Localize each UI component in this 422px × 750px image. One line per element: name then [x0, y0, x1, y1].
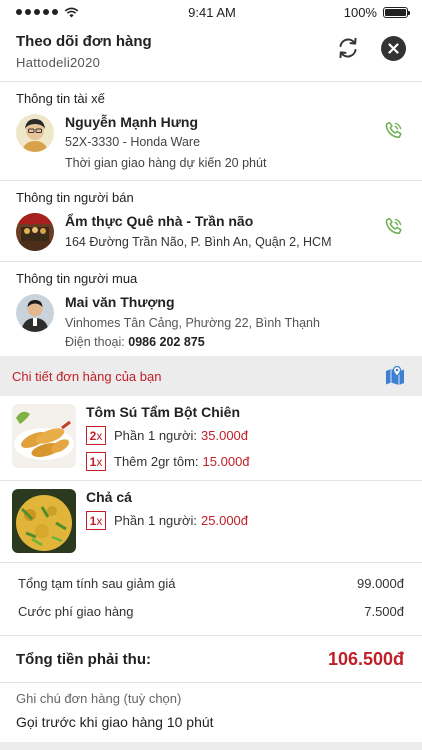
quantity-suffix: x [96, 428, 103, 443]
buyer-avatar [16, 294, 54, 332]
status-bar: 9:41 AM 100% [0, 0, 422, 24]
option-price: 35.000đ [201, 428, 249, 443]
page-subtitle: Hattodeli2020 [16, 55, 101, 70]
page-title: Theo dõi đơn hàng [16, 33, 152, 50]
quantity-value: 2 [89, 428, 97, 443]
seller-address: 164 Đường Trần Não, P. Bình An, Quận 2, … [65, 235, 332, 249]
order-summary: Tổng tạm tính sau giảm giá 99.000đ Cước … [0, 562, 422, 683]
buyer-name: Mai văn Thượng [65, 294, 175, 310]
buyer-info: Mai văn Thượng Vinhomes Tân Cảng, Phường… [16, 294, 406, 349]
battery-area: 100% [288, 4, 410, 20]
quantity-value: 1 [89, 454, 97, 469]
item-option: 2x Phần 1 người: 35.000đ [86, 426, 250, 445]
option-price: 25.000đ [201, 513, 249, 528]
item-name: Chả cá [86, 489, 132, 505]
seller-details: Ẩm thực Quê nhà - Trần não 164 Đường Trầ… [65, 213, 331, 249]
order-detail-title: Chi tiết đơn hàng của bạn [12, 368, 162, 384]
quantity-badge: 2x [86, 426, 106, 445]
item-option: 1x Thêm 2gr tôm: 15.000đ [86, 452, 250, 471]
buyer-phone-label: Điện thoại: [65, 335, 125, 349]
option-label: Phần 1 người: [114, 428, 198, 443]
quantity-value: 1 [89, 513, 97, 528]
subtotal-label: Tổng tạm tính sau giảm giá [18, 575, 176, 591]
item-image [12, 489, 76, 553]
item-image [12, 404, 76, 468]
seller-name: Ẩm thực Quê nhà - Trần não [65, 213, 254, 229]
driver-vehicle: 52X-3330 - Honda Ware [65, 135, 201, 149]
quantity-suffix: x [96, 513, 103, 528]
quantity-badge: 1x [86, 511, 106, 530]
total-value: 106.500đ [327, 648, 404, 669]
item-option: 1x Phần 1 người: 25.000đ [86, 511, 248, 530]
seller-info: Ẩm thực Quê nhà - Trần não 164 Đường Trầ… [16, 213, 406, 251]
subtotal-value: 99.000đ [357, 575, 404, 591]
driver-name: Nguyễn Mạnh Hưng [65, 114, 199, 130]
map-icon[interactable] [384, 365, 406, 387]
battery-percent: 100% [343, 4, 377, 20]
note-text[interactable]: Gọi trước khi giao hàng 10 phút [16, 714, 406, 730]
order-item: Chả cá 1x Phần 1 người: 25.000đ [0, 481, 422, 562]
seller-section: Thông tin người bán Ẩm thực Quê nhà - Tr… [0, 181, 422, 262]
phone-icon[interactable] [384, 120, 404, 140]
header-text: Theo dõi đơn hàng Hattodeli2020 [16, 32, 152, 70]
order-item: Tôm Sú Tẩm Bột Chiên 2x Phần 1 người: 35… [0, 396, 422, 481]
close-icon [388, 42, 399, 54]
item-details: Chả cá 1x Phần 1 người: 25.000đ [86, 489, 248, 552]
bottom-divider [0, 742, 422, 750]
order-detail-bar: Chi tiết đơn hàng của bạn [0, 356, 422, 396]
subtotal-row: Tổng tạm tính sau giảm giá 99.000đ [0, 569, 422, 597]
total-row: Tổng tiền phải thu: 106.500đ [0, 635, 422, 683]
buyer-section-label: Thông tin người mua [16, 271, 138, 286]
seller-section-label: Thông tin người bán [16, 190, 134, 205]
option-label: Thêm 2gr tôm: [114, 454, 199, 469]
note-label: Ghi chú đơn hàng (tuỳ chọn) [16, 691, 182, 706]
shipping-label: Cước phí giao hàng [18, 603, 134, 619]
close-button[interactable] [381, 35, 406, 61]
option-price: 15.000đ [202, 454, 250, 469]
header: Theo dõi đơn hàng Hattodeli2020 [0, 24, 422, 82]
driver-details: Nguyễn Mạnh Hưng 52X-3330 - Honda Ware T… [65, 114, 266, 170]
buyer-details: Mai văn Thượng Vinhomes Tân Cảng, Phường… [65, 294, 320, 349]
delivery-eta: Thời gian giao hàng dự kiến 20 phút [65, 156, 267, 170]
refresh-button[interactable] [335, 35, 361, 61]
shipping-row: Cước phí giao hàng 7.500đ [0, 597, 422, 625]
seller-avatar [16, 213, 54, 251]
battery-icon [382, 6, 410, 18]
driver-section-label: Thông tin tài xế [16, 91, 105, 106]
item-details: Tôm Sú Tẩm Bột Chiên 2x Phần 1 người: 35… [86, 404, 250, 471]
buyer-section: Thông tin người mua Mai văn Thượng Vinho… [0, 262, 422, 356]
wifi-icon [64, 7, 79, 17]
signal-area [16, 7, 136, 18]
driver-avatar [16, 114, 54, 152]
option-label: Phần 1 người: [114, 513, 198, 528]
buyer-phone[interactable]: 0986 202 875 [128, 335, 204, 349]
item-name: Tôm Sú Tẩm Bột Chiên [86, 404, 240, 420]
refresh-icon [339, 37, 357, 59]
buyer-address: Vinhomes Tân Cảng, Phường 22, Bình Thạnh [65, 316, 320, 330]
header-actions [335, 35, 406, 61]
shipping-value: 7.500đ [364, 603, 404, 619]
total-label: Tổng tiền phải thu: [16, 650, 151, 668]
buyer-phone-line: Điện thoại: 0986 202 875 [65, 335, 320, 349]
driver-section: Thông tin tài xế Nguyễn Mạnh Hưng 52X-33… [0, 82, 422, 181]
driver-info: Nguyễn Mạnh Hưng 52X-3330 - Honda Ware T… [16, 114, 406, 170]
quantity-badge: 1x [86, 452, 106, 471]
quantity-suffix: x [96, 454, 103, 469]
status-time: 9:41 AM [188, 4, 236, 20]
phone-icon[interactable] [384, 216, 404, 236]
order-note[interactable]: Ghi chú đơn hàng (tuỳ chọn) Gọi trước kh… [0, 683, 422, 730]
signal-icon [16, 9, 58, 15]
